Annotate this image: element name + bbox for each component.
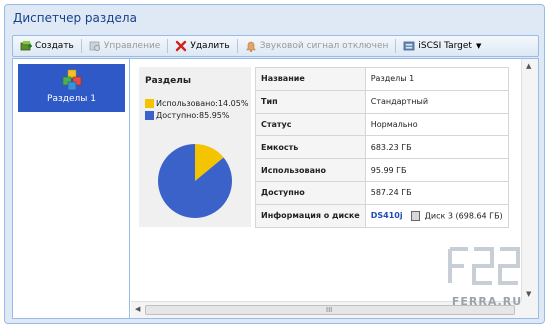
ferra-logo-icon: [448, 247, 520, 285]
free-swatch: [145, 111, 154, 120]
create-icon: [20, 40, 32, 52]
summary-title: Разделы: [145, 76, 192, 86]
prop-key: Емкость: [255, 135, 366, 160]
delete-button[interactable]: Удалить: [171, 37, 233, 55]
manage-label: Управление: [103, 41, 161, 51]
toolbar-separator: [167, 39, 169, 53]
prop-key: Доступно: [255, 180, 366, 205]
toolbar: Создать Управление Удалить Звуковой сигн…: [12, 35, 539, 57]
beep-off-button[interactable]: Звуковой сигнал отключен: [241, 37, 393, 55]
prop-value: Разделы 1: [364, 67, 509, 91]
scroll-left-icon[interactable]: ◀: [135, 305, 140, 313]
create-label: Создать: [35, 41, 74, 51]
disk-icon: [411, 210, 421, 221]
window-title: Диспетчер раздела: [13, 11, 137, 25]
used-label: Использовано:14.05%: [156, 99, 249, 108]
chevron-down-icon: ▼: [475, 42, 482, 50]
properties-table: Название Разделы 1 Тип Стандартный Статус Н…: [255, 67, 509, 228]
prop-value: 587.24 ГБ: [364, 180, 509, 205]
table-row: Тип Стандартный: [255, 89, 509, 114]
disk-value: Диск 3 (698.64 ГБ): [424, 211, 503, 221]
used-swatch: [145, 99, 154, 108]
create-button[interactable]: Создать: [16, 37, 78, 55]
prop-value: Стандартный: [364, 89, 509, 114]
legend-free: Доступно:85.95%: [145, 111, 230, 120]
table-row: Информация о диске DS410j Диск 3 (698.64…: [255, 203, 509, 228]
iscsi-target-label: iSCSI Target: [418, 41, 472, 51]
table-row: Название Разделы 1: [255, 67, 509, 91]
iscsi-target-dropdown[interactable]: iSCSI Target ▼: [399, 37, 485, 55]
sidebar-item-label: Разделы 1: [47, 94, 96, 104]
sidebar-item-volume-1[interactable]: Разделы 1: [18, 64, 125, 112]
prop-key: Название: [255, 67, 366, 91]
prop-value: 683.23 ГБ: [364, 135, 509, 160]
prop-value: 95.99 ГБ: [364, 158, 509, 182]
beep-off-label: Звуковой сигнал отключен: [259, 41, 389, 51]
device-link[interactable]: DS410j: [371, 211, 403, 220]
toolbar-separator: [395, 39, 397, 53]
delete-icon: [175, 40, 187, 52]
watermark-text: FERRA.RU: [451, 295, 523, 308]
volume-sidebar: Разделы 1: [13, 59, 130, 318]
table-row: Доступно 587.24 ГБ: [255, 180, 509, 205]
prop-value: DS410j Диск 3 (698.64 ГБ): [364, 203, 509, 228]
prop-key: Информация о диске: [255, 203, 366, 228]
iscsi-icon: [403, 40, 415, 52]
prop-key: Тип: [255, 89, 366, 114]
scroll-grip: III: [326, 306, 333, 314]
table-row: Статус Нормально: [255, 112, 509, 137]
table-row: Емкость 683.23 ГБ: [255, 135, 509, 160]
bell-icon: [245, 40, 257, 52]
prop-key: Использовано: [255, 158, 366, 182]
scroll-up-icon[interactable]: ▲: [526, 62, 531, 70]
toolbar-separator: [236, 39, 238, 53]
legend-used: Использовано:14.05%: [145, 99, 248, 108]
volume-cubes-icon: [61, 69, 83, 91]
free-label: Доступно:85.95%: [156, 111, 230, 120]
toolbar-separator: [80, 39, 82, 53]
prop-key: Статус: [255, 112, 366, 137]
delete-label: Удалить: [190, 41, 230, 51]
table-row: Использовано 95.99 ГБ: [255, 158, 509, 182]
manage-icon: [89, 40, 101, 52]
usage-summary: Разделы Использовано:14.05% Доступно:85.…: [139, 67, 251, 227]
usage-pie-chart: [158, 144, 232, 218]
prop-value: Нормально: [364, 112, 509, 137]
ferra-watermark: FERRA.RU: [444, 241, 530, 311]
manage-button[interactable]: Управление: [85, 37, 164, 55]
